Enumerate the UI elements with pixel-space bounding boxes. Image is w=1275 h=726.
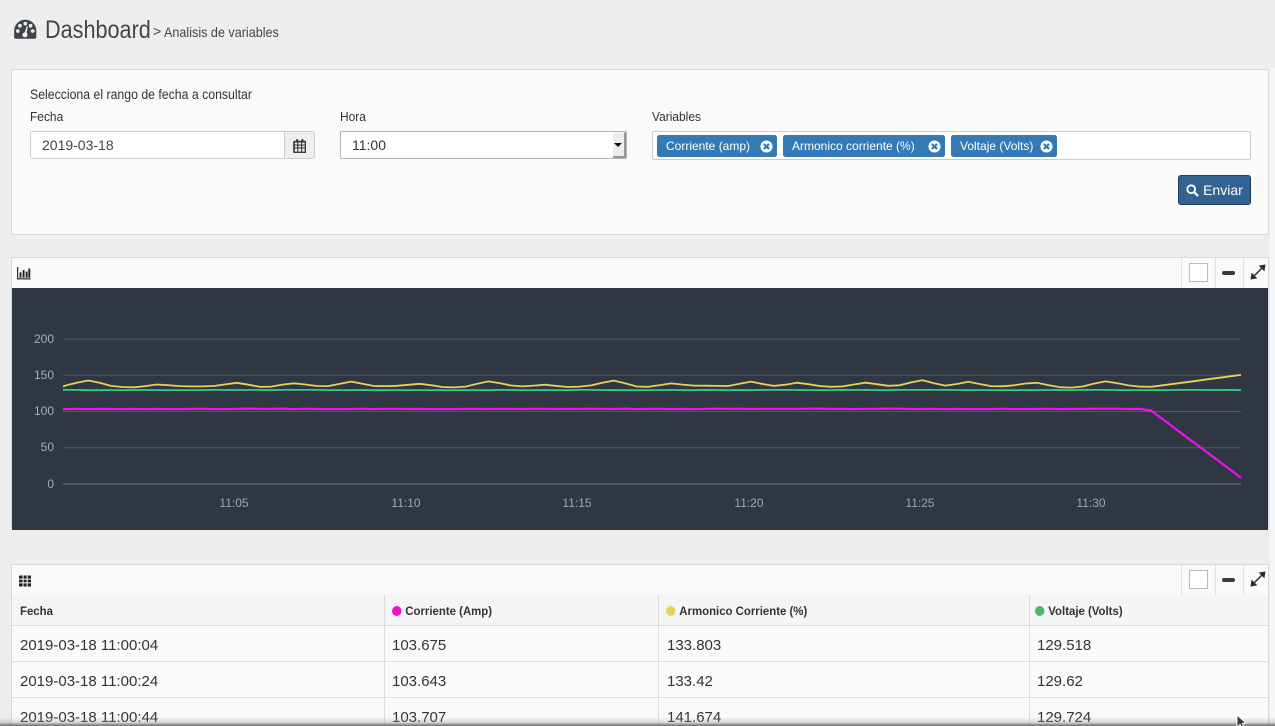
svg-text:11:20: 11:20 [734,496,763,510]
svg-text:50: 50 [41,440,55,454]
svg-text:150: 150 [34,368,54,382]
svg-text:11:05: 11:05 [219,496,248,510]
svg-text:0: 0 [47,477,54,491]
svg-text:200: 200 [34,332,54,346]
svg-text:11:30: 11:30 [1076,496,1105,510]
svg-text:11:10: 11:10 [391,496,420,510]
svg-text:100: 100 [34,404,54,418]
svg-text:11:15: 11:15 [562,496,591,510]
svg-text:11:25: 11:25 [905,496,934,510]
